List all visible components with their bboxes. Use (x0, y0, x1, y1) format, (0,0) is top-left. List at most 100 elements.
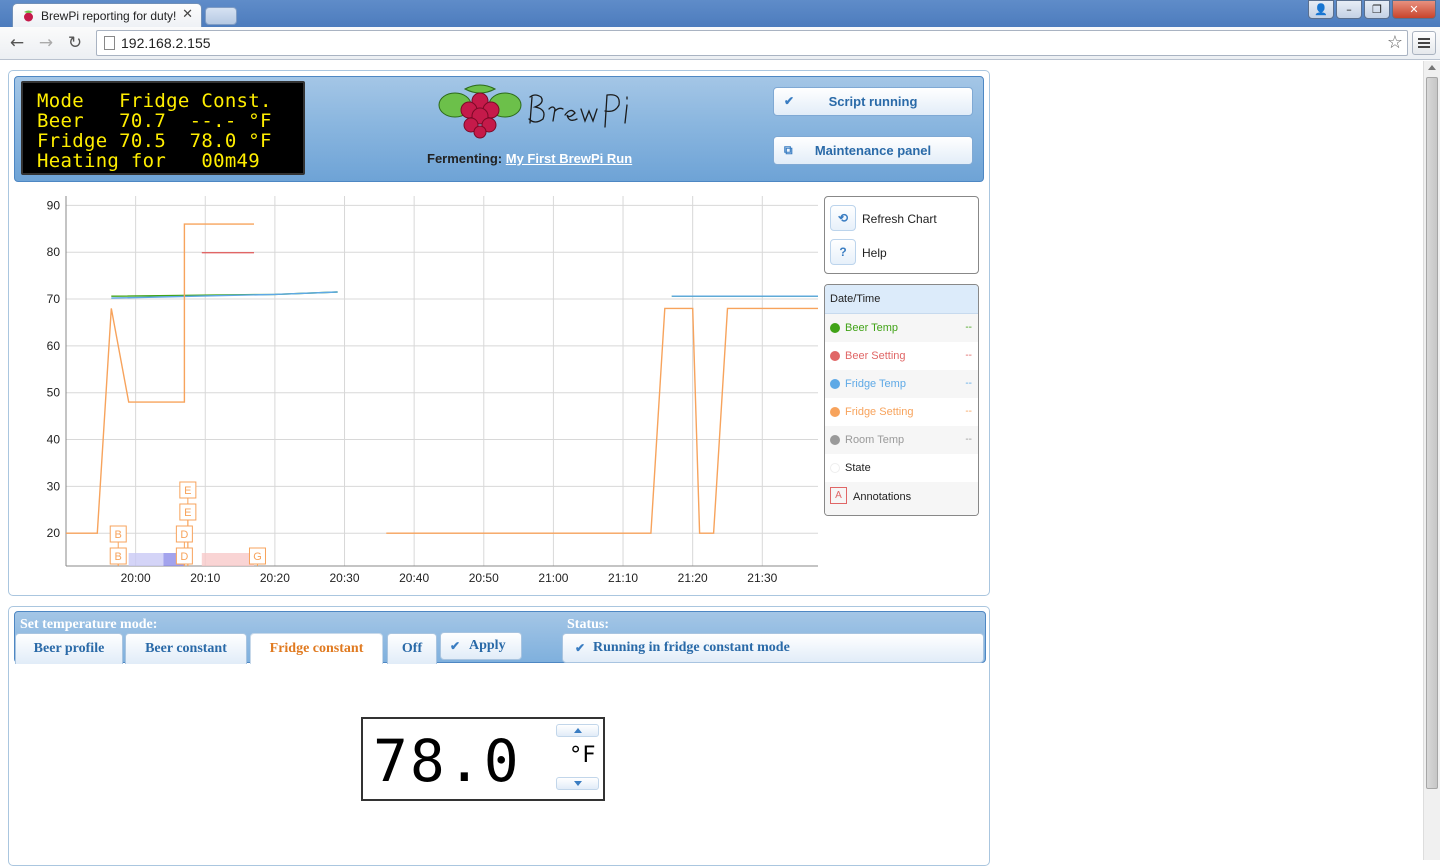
legend-item[interactable]: Room Temp -- (825, 426, 978, 454)
help-button[interactable]: ? Help (830, 239, 970, 265)
scroll-up-icon[interactable] (1428, 65, 1436, 70)
tab-beer-profile[interactable]: Beer profile (15, 633, 123, 664)
x-tick-label: 20:00 (121, 571, 151, 585)
browser-menu-icon[interactable] (1412, 31, 1436, 55)
arrow-down-icon (574, 781, 582, 786)
series-color-icon (830, 379, 840, 389)
annotation-icon: A (830, 487, 847, 504)
browser-tabstrip: BrewPi reporting for duty! ✕ 👤 – ❐ ✕ (0, 0, 1440, 27)
legend-item-annotations[interactable]: A Annotations (825, 482, 978, 515)
back-icon[interactable]: ← (5, 32, 29, 54)
series-color-icon (830, 435, 840, 445)
legend-item[interactable]: State (825, 454, 978, 482)
y-tick-label: 40 (47, 433, 61, 447)
bookmark-star-icon[interactable]: ☆ (1387, 32, 1403, 53)
close-window-icon[interactable]: ✕ (1392, 0, 1436, 19)
lcd-display: Mode Fridge Const. Beer 70.7 --.- °F Fri… (21, 81, 305, 175)
user-icon[interactable]: 👤 (1308, 0, 1334, 19)
decrement-button[interactable] (556, 777, 599, 790)
tab-beer-constant[interactable]: Beer constant (125, 633, 247, 664)
script-status-button[interactable]: ✔ Script running (773, 87, 973, 116)
brewpi-logo (438, 84, 628, 139)
raspberry-logo-icon (438, 84, 522, 139)
legend-item[interactable]: Beer Setting -- (825, 342, 978, 370)
y-tick-label: 20 (47, 526, 61, 540)
annotation-label: D (180, 529, 188, 541)
refresh-icon: ⟲ (830, 205, 856, 231)
annotation-label: D (180, 551, 188, 563)
x-tick-label: 21:10 (608, 571, 638, 585)
apply-button[interactable]: ✔ Apply (440, 632, 522, 660)
close-tab-icon[interactable]: ✕ (182, 7, 193, 22)
series-color-icon (830, 323, 840, 333)
legend-item[interactable]: Beer Temp -- (825, 314, 978, 342)
x-tick-label: 20:50 (469, 571, 499, 585)
chart-controls: ⟲ Refresh Chart ? Help (824, 196, 979, 274)
annotation-label: E (184, 485, 191, 497)
mode-title: Set temperature mode: (20, 617, 158, 632)
chart-canvas[interactable]: 20 30 40 50 60 70 80 90 20:00 20:10 20:20 20:30 20:4… (9, 190, 821, 586)
setpoint-spinner[interactable]: 78.0 °F (361, 717, 605, 801)
x-tick-label: 20:10 (190, 571, 220, 585)
beer-name-link[interactable]: My First BrewPi Run (506, 151, 632, 166)
page-scrollbar[interactable] (1423, 61, 1440, 860)
help-label: Help (862, 246, 887, 260)
header-bar: Mode Fridge Const. Beer 70.7 --.- °F Fri… (14, 76, 984, 182)
y-tick-label: 70 (47, 292, 61, 306)
legend-item-value: -- (965, 406, 972, 417)
legend-item-value: -- (965, 322, 972, 333)
x-tick-label: 21:30 (747, 571, 777, 585)
refresh-chart-label: Refresh Chart (862, 212, 937, 226)
checkmark-icon: ✔ (575, 641, 586, 655)
x-tick-label: 21:20 (678, 571, 708, 585)
forward-icon[interactable]: → (34, 32, 58, 54)
temperature-chart[interactable]: 20 30 40 50 60 70 80 90 20:00 20:10 20:20 20:30 20:4… (9, 190, 821, 586)
script-status-label: Script running (828, 94, 918, 109)
increment-button[interactable] (556, 724, 599, 737)
new-tab-button[interactable] (205, 7, 237, 25)
lcd-line: Mode Fridge Const. (37, 90, 272, 112)
x-tick-label: 21:00 (538, 571, 568, 585)
maintenance-panel-button[interactable]: ⧉ Maintenance panel (773, 136, 973, 165)
x-tick-label: 20:40 (399, 571, 429, 585)
annotation-label: E (184, 507, 191, 519)
legend-item[interactable]: Fridge Temp -- (825, 370, 978, 398)
legend-item-name: Beer Temp (845, 322, 898, 334)
tab-off[interactable]: Off (387, 633, 437, 664)
page-icon (104, 36, 115, 50)
legend-item-name: Room Temp (845, 434, 905, 446)
setpoint-value[interactable]: 78.0 (373, 727, 521, 795)
maximize-icon[interactable]: ❐ (1364, 0, 1390, 19)
maintenance-panel-label: Maintenance panel (814, 143, 932, 158)
annotation-label: B (115, 529, 122, 541)
legend-item-value: -- (965, 434, 972, 445)
address-url[interactable]: 192.168.2.155 (121, 35, 211, 51)
status-title: Status: (567, 617, 610, 632)
address-bar[interactable]: 192.168.2.155 ☆ (96, 30, 1408, 56)
legend-item[interactable]: Fridge Setting -- (825, 398, 978, 426)
series-color-icon (830, 407, 840, 417)
tab-fridge-constant[interactable]: Fridge constant (250, 633, 383, 664)
series-line[interactable] (111, 291, 818, 299)
brewpi-wordmark (528, 94, 628, 128)
browser-tab-active[interactable]: BrewPi reporting for duty! ✕ (12, 3, 202, 27)
bottom-panel: Set temperature mode: Status: Beer profi… (8, 606, 990, 866)
minimize-icon[interactable]: – (1336, 0, 1362, 19)
mode-bar: Set temperature mode: Status: Beer profi… (14, 611, 986, 664)
checkmark-icon: ✔ (450, 639, 461, 653)
x-tick-label: 20:30 (330, 571, 360, 585)
legend-item-name: Annotations (853, 491, 912, 503)
arrow-up-icon (574, 728, 582, 733)
legend-item-value: -- (965, 378, 972, 389)
checkmark-icon: ✔ (784, 94, 795, 108)
scroll-thumb[interactable] (1426, 77, 1438, 789)
refresh-chart-button[interactable]: ⟲ Refresh Chart (830, 205, 970, 231)
series-color-icon (830, 463, 840, 473)
window-controls: 👤 – ❐ ✕ (1308, 0, 1436, 20)
reload-icon[interactable]: ↻ (63, 32, 87, 54)
legend-rows: Beer Temp -- Beer Setting -- Fridge Temp -- Fr… (825, 314, 978, 515)
browser-toolbar: ← → ↻ 192.168.2.155 ☆ (0, 27, 1440, 60)
legend-item-name: Fridge Setting (845, 406, 914, 418)
help-icon: ? (830, 239, 856, 265)
y-tick-label: 90 (47, 198, 61, 212)
